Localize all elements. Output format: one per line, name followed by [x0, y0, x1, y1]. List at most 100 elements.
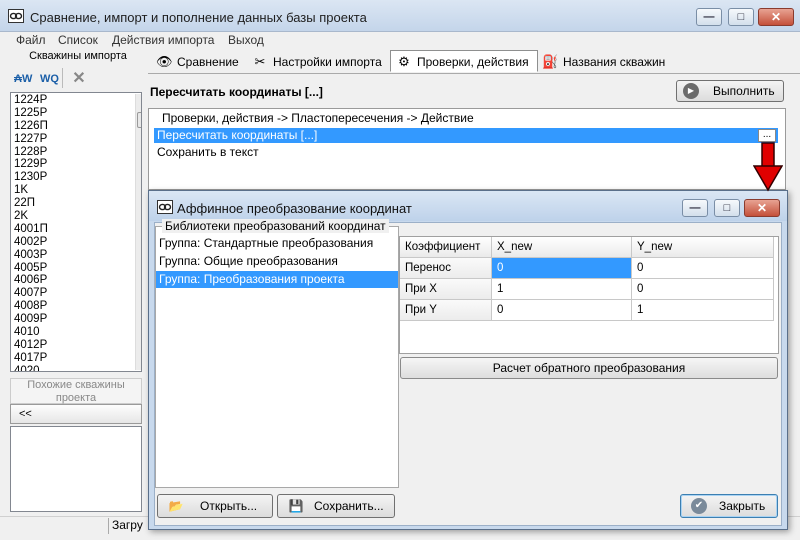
well-list[interactable]: 1224P 1225P 1226П 1227P 1228P 1229P 1230P 1K 22П… — [10, 92, 142, 372]
well-list-item[interactable]: 4010 — [14, 326, 141, 339]
open-button[interactable]: 📂 Открыть... — [157, 494, 273, 518]
well-list-item[interactable]: 4001П — [14, 223, 141, 236]
well-list-item[interactable]: 1228P — [14, 146, 141, 159]
menu-file[interactable]: Файл — [16, 33, 46, 47]
grid-cell[interactable]: 0 — [632, 258, 774, 279]
well-list-item[interactable]: 1224P — [14, 94, 141, 107]
grid-cell[interactable]: 1 — [492, 279, 632, 300]
action-item-recalculate[interactable]: Пересчитать координаты [...] — [154, 128, 778, 143]
tab-comparison[interactable]: 👁 Сравнение — [150, 50, 248, 72]
scroll-up-icon[interactable]: ▲ — [136, 95, 141, 109]
well-list-items: 1224P 1225P 1226П 1227P 1228P 1229P 1230P 1K 22П… — [11, 93, 141, 371]
grid-cell[interactable]: 0 — [632, 279, 774, 300]
delete-icon[interactable]: ✕ — [70, 70, 88, 88]
wells-add-icon[interactable]: ₳W — [14, 70, 32, 88]
ellipsis-button[interactable]: ... — [758, 129, 776, 142]
well-list-item[interactable]: 1226П — [14, 120, 141, 133]
menu-list[interactable]: Список — [58, 33, 98, 47]
play-icon: ▶ — [683, 83, 699, 99]
save-label: Сохранить... — [314, 499, 384, 513]
eye-icon: 👁 — [156, 54, 173, 69]
maximize-button[interactable]: □ — [728, 8, 754, 26]
menu-import-actions[interactable]: Действия импорта — [112, 33, 214, 47]
well-list-item[interactable]: 4002P — [14, 236, 141, 249]
tab-well-names[interactable]: ⛽ Названия скважин — [536, 50, 674, 72]
tab-import-settings[interactable]: ✂ Настройки импорта — [246, 50, 391, 72]
well-list-item[interactable]: 1227P — [14, 133, 141, 146]
well-icon: ⛽ — [542, 54, 559, 69]
scroll-down-icon[interactable]: ▼ — [136, 356, 141, 370]
main-title-bar: Сравнение, импорт и пополнение данных ба… — [0, 0, 800, 32]
grid-row-label: При Y — [400, 300, 492, 321]
tab-label: Настройки импорта — [273, 55, 382, 69]
well-list-item[interactable]: 2K — [14, 210, 141, 223]
calc-inverse-button[interactable]: Расчет обратного преобразования — [400, 357, 778, 379]
minimize-button[interactable]: — — [696, 8, 722, 26]
library-item-project[interactable]: Группа: Преобразования проекта — [156, 271, 398, 288]
close-icon: ✕ — [770, 10, 782, 24]
dialog-title: Аффинное преобразование координат — [177, 201, 412, 216]
actions-caption: Проверки, действия -> Пластопересечения … — [162, 111, 474, 125]
red-arrow-annotation — [753, 142, 783, 192]
app-logo-icon — [157, 200, 173, 214]
wells-search-icon[interactable]: WQ — [40, 70, 59, 88]
well-list-item[interactable]: 4008P — [14, 300, 141, 313]
well-list-item[interactable]: 4006P — [14, 274, 141, 287]
close-icon: ✕ — [756, 201, 768, 215]
tab-label: Названия скважин — [563, 55, 666, 69]
open-folder-icon: 📂 — [168, 499, 184, 513]
window-title: Сравнение, импорт и пополнение данных ба… — [30, 10, 367, 25]
scroll-thumb[interactable] — [137, 112, 141, 128]
grid-row-label: При X — [400, 279, 492, 300]
run-button[interactable]: ▶ Выполнить — [676, 80, 784, 102]
app-logo-icon — [8, 9, 24, 23]
well-list-scrollbar[interactable]: ▲ ▼ — [135, 94, 141, 370]
grid-row-label: Перенос — [400, 258, 492, 279]
tab-label: Сравнение — [177, 55, 239, 69]
well-list-item[interactable]: 1225P — [14, 107, 141, 120]
coefficients-grid[interactable]: Коэффициент X_new Y_new Перенос 0 0 При … — [399, 236, 779, 354]
close-window-button[interactable]: ✕ — [758, 8, 794, 26]
save-button[interactable]: 💾 Сохранить... — [277, 494, 395, 518]
dialog-minimize-button[interactable]: — — [682, 199, 708, 217]
well-list-item[interactable]: 22П — [14, 197, 141, 210]
checkmark-icon: ✔ — [691, 498, 707, 514]
dialog-close-button[interactable]: ✕ — [744, 199, 780, 217]
grid-cell[interactable]: 0 — [492, 300, 632, 321]
similar-wells-label: Похожие скважины проекта — [10, 378, 142, 404]
import-wells-header: Скважины импорта — [29, 50, 127, 62]
well-list-item[interactable]: 1230P — [14, 171, 141, 184]
dialog-close-action-button[interactable]: ✔ Закрыть — [680, 494, 778, 518]
dialog-maximize-button[interactable]: □ — [714, 199, 740, 217]
well-list-item[interactable]: 4017P — [14, 352, 141, 365]
library-item-common[interactable]: Группа: Общие преобразования — [156, 253, 398, 270]
close-label: Закрыть — [719, 499, 766, 513]
tab-label: Проверки, действия — [417, 55, 529, 69]
collapse-button[interactable]: << — [10, 404, 142, 424]
maximize-icon: □ — [737, 11, 745, 23]
well-list-item[interactable]: 4020 — [14, 365, 141, 371]
well-list-item[interactable]: 1K — [14, 184, 141, 197]
minimize-icon: — — [689, 202, 701, 214]
well-list-item[interactable]: 4007P — [14, 287, 141, 300]
grid-header-x-new: X_new — [492, 237, 632, 258]
tools-icon: ✂ — [254, 54, 266, 69]
well-list-item[interactable]: 4009P — [14, 313, 141, 326]
well-list-item[interactable]: 4012P — [14, 339, 141, 352]
tab-checks-actions[interactable]: ⚙ Проверки, действия — [390, 50, 538, 72]
run-label: Выполнить — [713, 84, 775, 98]
similar-wells-list[interactable] — [10, 426, 142, 512]
grid-cell[interactable]: 1 — [632, 300, 774, 321]
well-list-item[interactable]: 1229P — [14, 158, 141, 171]
maximize-icon: □ — [723, 202, 731, 214]
library-item-standard[interactable]: Группа: Стандартные преобразования — [156, 235, 398, 252]
menu-exit[interactable]: Выход — [228, 33, 264, 47]
action-item-save-text[interactable]: Сохранить в текст — [157, 145, 259, 159]
grid-cell[interactable]: 0 — [492, 258, 632, 279]
grid-header-coefficient: Коэффициент — [400, 237, 492, 258]
panel-title: Пересчитать координаты [...] — [150, 85, 323, 99]
well-list-item[interactable]: 4003P — [14, 249, 141, 262]
status-divider — [108, 518, 109, 534]
open-label: Открыть... — [200, 499, 258, 513]
well-list-item[interactable]: 4005P — [14, 262, 141, 275]
